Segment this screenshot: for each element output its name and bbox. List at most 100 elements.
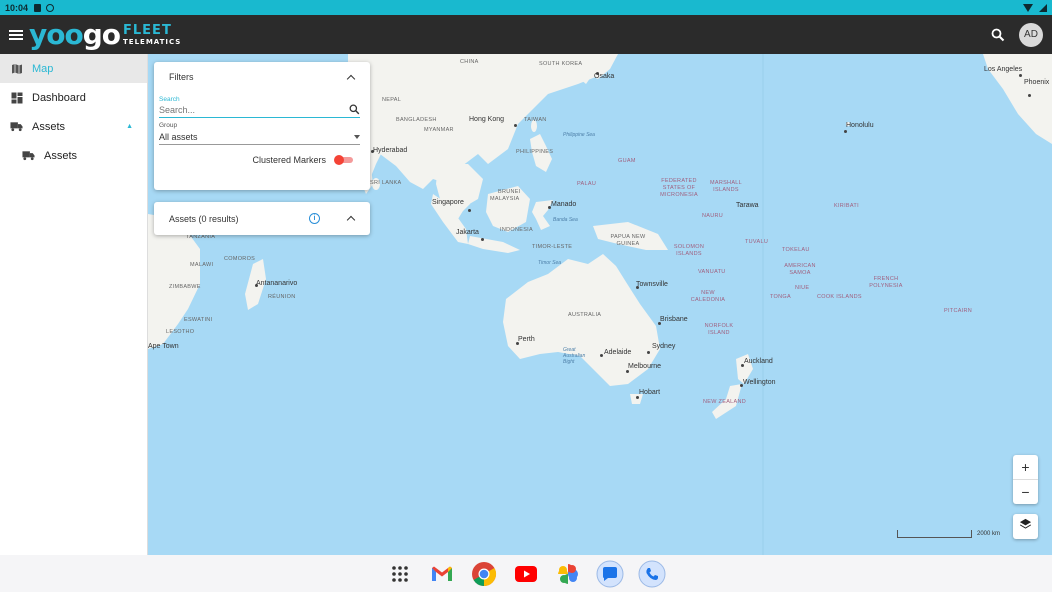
city-label: Manado <box>551 201 577 208</box>
android-dock <box>0 555 1052 592</box>
clustered-markers-label: Clustered Markers <box>252 155 326 165</box>
youtube-icon[interactable] <box>512 559 541 588</box>
search-icon[interactable] <box>349 104 360 117</box>
sea-label: Philippine Sea <box>563 132 595 138</box>
map-icon <box>10 63 23 75</box>
country-label: MYANMAR <box>424 127 454 133</box>
country-label: INDONESIA <box>500 227 533 233</box>
city-label: Los Angeles <box>984 66 1023 73</box>
info-icon[interactable]: i <box>309 213 320 224</box>
sim-icon <box>34 3 42 12</box>
country-label: TONGA <box>770 294 791 300</box>
zoom-in-button[interactable]: + <box>1013 455 1038 479</box>
country-label: PAPUA NEW GUINEA <box>610 234 646 247</box>
wifi-icon <box>1023 3 1033 12</box>
expand-up-icon[interactable]: ▲ <box>126 123 133 130</box>
assets-results-header[interactable]: Assets (0 results) i <box>154 202 370 235</box>
hamburger-menu-icon[interactable] <box>9 29 23 40</box>
search-field <box>159 103 360 118</box>
clustered-markers-row: Clustered Markers <box>154 155 370 165</box>
user-avatar[interactable]: AD <box>1019 22 1043 47</box>
city-label: Brisbane <box>660 316 688 323</box>
country-label: PITCAIRN <box>944 308 973 314</box>
google-photos-icon[interactable] <box>554 559 583 588</box>
status-bar: 10:04 <box>0 0 1052 15</box>
country-label: COMOROS <box>224 256 256 262</box>
country-label: AMERICAN SAMOA <box>784 263 816 276</box>
phone-icon[interactable] <box>638 559 667 588</box>
country-label: AUSTRALIA <box>568 312 602 318</box>
app-drawer-icon[interactable] <box>386 559 415 588</box>
country-label: RÉUNION <box>268 294 296 300</box>
city-label: Perth <box>518 336 535 343</box>
city-label: Antananarivo <box>256 280 298 287</box>
city-dot <box>636 396 639 399</box>
assets-results-title: Assets (0 results) <box>169 213 239 224</box>
country-label: MARSHALL ISLANDS <box>709 180 743 193</box>
sidebar-item-label: Assets <box>44 149 78 162</box>
zoom-out-button[interactable]: − <box>1013 480 1038 504</box>
country-label: GUAM <box>618 158 636 164</box>
city-label: Hobart <box>639 389 661 396</box>
yoogo-fleet-logo[interactable]: yoogo FLEET TELEMATICS <box>29 18 181 51</box>
sidebar-item-assets[interactable]: Assets ▲ <box>0 112 147 141</box>
city-dot <box>626 370 629 373</box>
city-label: Singapore <box>432 199 464 206</box>
collapse-chevron-icon[interactable] <box>346 74 356 83</box>
group-select[interactable]: All assets <box>159 129 360 145</box>
sidebar-item-label: Dashboard <box>32 91 86 104</box>
sidebar: Map Dashboard Assets ▲ Assets <box>0 54 148 555</box>
truck-icon <box>22 150 35 162</box>
city-label: Tarawa <box>736 202 759 209</box>
country-label: BRUNEI <box>498 189 521 195</box>
sidebar-item-label: Map <box>32 62 54 75</box>
sidebar-item-label: Assets <box>32 120 66 133</box>
layers-icon <box>1019 518 1032 536</box>
sea-label: Great Australian Bight <box>563 347 586 365</box>
country-label: NEW CALEDONIA <box>690 290 726 303</box>
signal-icon <box>1039 3 1047 12</box>
dropdown-arrow-icon <box>354 134 360 139</box>
city-label: Adelaide <box>604 349 632 356</box>
country-label: MALAWI <box>190 262 214 268</box>
sea-label: Banda Sea <box>553 217 578 223</box>
dashboard-icon <box>10 92 23 104</box>
country-label: KIRIBATI <box>834 203 859 209</box>
search-input[interactable] <box>159 105 329 115</box>
sync-icon <box>46 3 55 12</box>
group-label: Group <box>159 122 178 129</box>
city-label: Ape Town <box>148 343 179 350</box>
map-scale-label: 2000 km <box>977 531 1001 537</box>
zoom-control: + − <box>1013 455 1038 504</box>
country-label: PALAU <box>577 181 597 187</box>
country-label: TAIWAN <box>524 117 547 123</box>
city-label: Jakarta <box>456 229 479 236</box>
clustered-markers-toggle[interactable] <box>334 155 354 165</box>
chrome-icon[interactable] <box>470 559 499 588</box>
map-layers-button[interactable] <box>1013 514 1038 539</box>
country-label: ESWATINI <box>184 317 213 323</box>
collapse-chevron-icon[interactable] <box>346 215 356 225</box>
city-label: Wellington <box>743 379 776 386</box>
sidebar-item-dashboard[interactable]: Dashboard <box>0 83 147 112</box>
sidebar-subitem-assets[interactable]: Assets <box>0 141 147 170</box>
city-dot <box>844 130 847 133</box>
country-label: NEW ZEALAND <box>703 399 747 405</box>
sidebar-item-map[interactable]: Map <box>0 54 147 83</box>
gmail-icon[interactable] <box>428 559 457 588</box>
filters-header[interactable]: Filters <box>154 62 370 92</box>
messages-icon[interactable] <box>596 559 625 588</box>
country-label: TUVALU <box>745 239 769 245</box>
filters-title: Filters <box>169 72 194 82</box>
country-label: COOK ISLANDS <box>817 294 862 300</box>
city-label: Hong Kong <box>469 116 505 123</box>
search-icon[interactable] <box>991 28 1005 42</box>
country-label: PHILIPPINES <box>516 149 554 155</box>
country-label: BANGLADESH <box>396 117 437 123</box>
city-label: Auckland <box>744 358 773 365</box>
country-label: MALAYSIA <box>490 196 520 202</box>
country-label: SOLOMON ISLANDS <box>673 244 705 257</box>
city-dot <box>1019 74 1022 77</box>
search-label: Search <box>159 96 180 103</box>
country-label: LESOTHO <box>166 329 195 335</box>
